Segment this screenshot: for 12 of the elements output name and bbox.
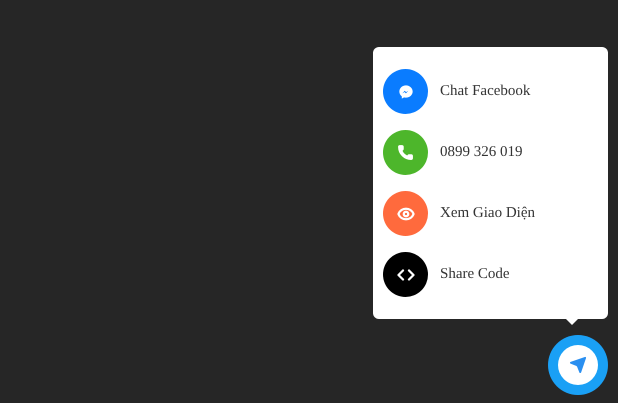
send-icon [569,356,587,374]
contact-menu-item[interactable]: 0899 326 019 [383,130,598,175]
messenger-icon [398,84,414,100]
contact-menu-item[interactable]: Share Code [383,252,598,297]
phone-icon [397,144,414,161]
contact-menu-item[interactable]: Chat Facebook [383,69,598,114]
item-label: 0899 326 019 [440,143,522,162]
contact-menu-item[interactable]: Xem Giao Diện [383,191,598,236]
item-label: Xem Giao Diện [440,204,535,224]
item-label: Chat Facebook [440,82,530,102]
eye-icon [396,204,414,222]
item-label: Share Code [440,265,510,284]
